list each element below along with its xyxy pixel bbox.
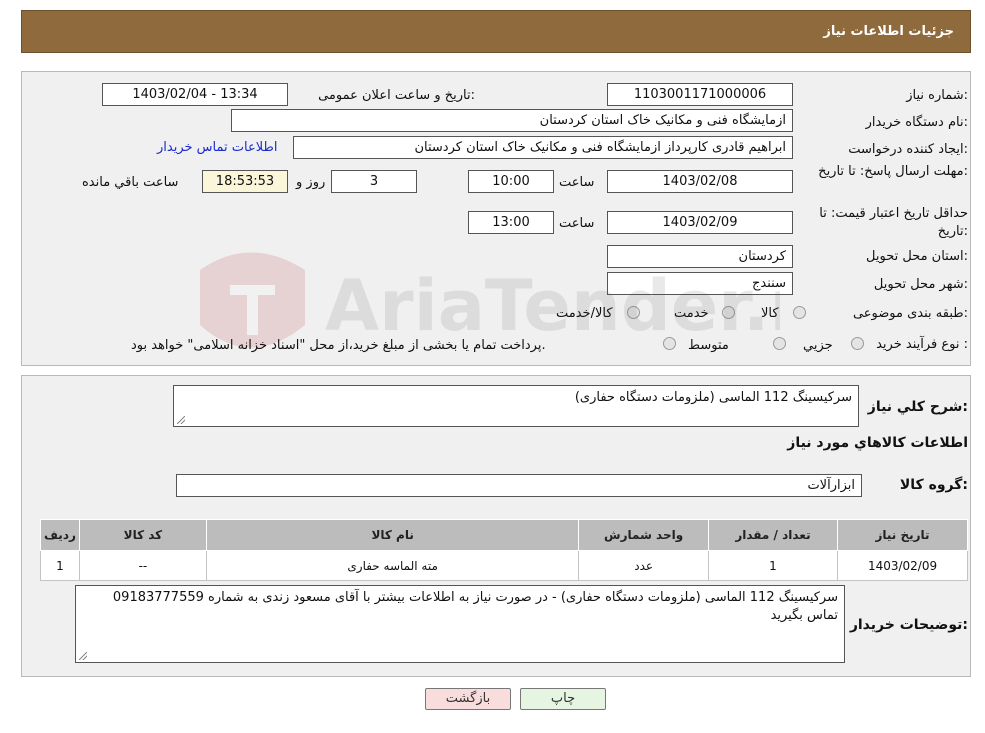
buyer-org-label: نام دستگاه خریدار: [865,115,968,130]
summary-textarea[interactable]: سرکیسینگ 112 الماسی (ملزومات دستگاه حفار… [173,385,859,427]
announce-datetime-field: 1403/02/04 - 13:34 [102,83,288,106]
resize-grip-icon[interactable] [79,652,87,660]
remaining-label: ساعت باقي مانده [82,175,179,190]
creator-label: ایجاد کننده درخواست: [848,142,968,157]
validity-label: حداقل تاریخ اعتبار قیمت: تا تاریخ: [819,206,968,239]
cell-item-code: -- [78,550,207,581]
page-header: جزئیات اطلاعات نیاز [21,10,971,53]
print-button[interactable]: چاپ [520,688,606,710]
province-field: کردستان [607,245,793,268]
col-item-code: کد کالا [78,519,207,551]
deadline-time-label: ساعت [559,175,595,190]
buyer-org-field: ازمایشگاه فنی و مکانیک خاک استان کردستان [231,109,793,132]
process-label: نوع فرآیند خرید : [876,337,968,352]
category-option-goods-service: کالا/خدمت [556,306,613,321]
buyer-notes-text: سرکیسینگ 112 الماسی (ملزومات دستگاه حفار… [112,590,838,623]
goods-table: ردیف کد کالا نام کالا واحد شمارش تعداد /… [40,519,968,581]
cell-unit: عدد [578,550,709,581]
page-title: جزئیات اطلاعات نیاز [823,24,954,39]
process-option-medium: متوسط [688,338,729,353]
category-radio-service[interactable] [722,306,735,319]
deadline-time-field: 10:00 [468,170,554,193]
category-radio-goods-service[interactable] [627,306,640,319]
col-unit: واحد شمارش [578,519,709,551]
cell-item-name: مته الماسه حفاری [205,550,580,581]
summary-text: سرکیسینگ 112 الماسی (ملزومات دستگاه حفار… [574,390,852,405]
province-label: استان محل تحویل: [866,249,968,264]
back-button[interactable]: بازگشت [425,688,511,710]
category-radio-goods[interactable] [793,306,806,319]
buyer-notes-label: توضیحات خریدار: [849,617,968,633]
col-item-name: نام کالا [205,519,580,551]
goods-group-label: گروه کالا: [899,477,968,493]
city-field: سنندج [607,272,793,295]
validity-date-field: 1403/02/09 [607,211,793,234]
cell-row-number: 1 [40,550,80,581]
city-label: شهر محل تحویل: [873,277,968,292]
remaining-time-field: 18:53:53 [202,170,288,193]
category-option-goods: کالا [761,306,779,321]
validity-time-field: 13:00 [468,211,554,234]
cell-need-date: 1403/02/09 [837,550,968,581]
category-option-service: خدمت [674,306,709,321]
cell-quantity: 1 [707,550,839,581]
process-radio-minor[interactable] [851,337,864,350]
process-note: پرداخت تمام یا بخشی از مبلغ خرید،از محل … [131,338,546,353]
col-row-number: ردیف [40,519,80,551]
announce-label: تاریخ و ساعت اعلان عمومی: [318,88,475,103]
goods-section-title: اطلاعات کالاهاي مورد نیاز [787,435,968,451]
goods-table-header: ردیف کد کالا نام کالا واحد شمارش تعداد /… [40,519,968,551]
col-need-date: تاریخ نیاز [837,519,968,551]
process-radio-treasury[interactable] [663,337,676,350]
days-field: 3 [331,170,417,193]
category-label: طبقه بندی موضوعی: [852,306,968,321]
buyer-contact-link[interactable]: اطلاعات تماس خریدار [157,140,277,155]
process-radio-medium[interactable] [773,337,786,350]
col-quantity: تعداد / مقدار [707,519,839,551]
creator-field: ابراهیم قادری کارپرداز ازمایشگاه فنی و م… [293,136,793,159]
table-row: 1 -- مته الماسه حفاری عدد 1 1403/02/09 [40,550,968,581]
summary-label: شرح کلي نیاز: [867,399,968,415]
need-number-field: 1103001171000006 [607,83,793,106]
need-number-label: شماره نیاز: [906,88,968,103]
goods-group-field: ابزارآلات [176,474,862,497]
validity-time-label: ساعت [559,216,595,231]
days-label: روز و [296,175,326,190]
resize-grip-icon[interactable] [177,416,185,424]
deadline-date-field: 1403/02/08 [607,170,793,193]
buyer-notes-textarea[interactable]: سرکیسینگ 112 الماسی (ملزومات دستگاه حفار… [75,585,845,663]
deadline-label: مهلت ارسال پاسخ: تا تاریخ: [818,164,968,179]
process-option-minor: جزیي [803,338,833,353]
